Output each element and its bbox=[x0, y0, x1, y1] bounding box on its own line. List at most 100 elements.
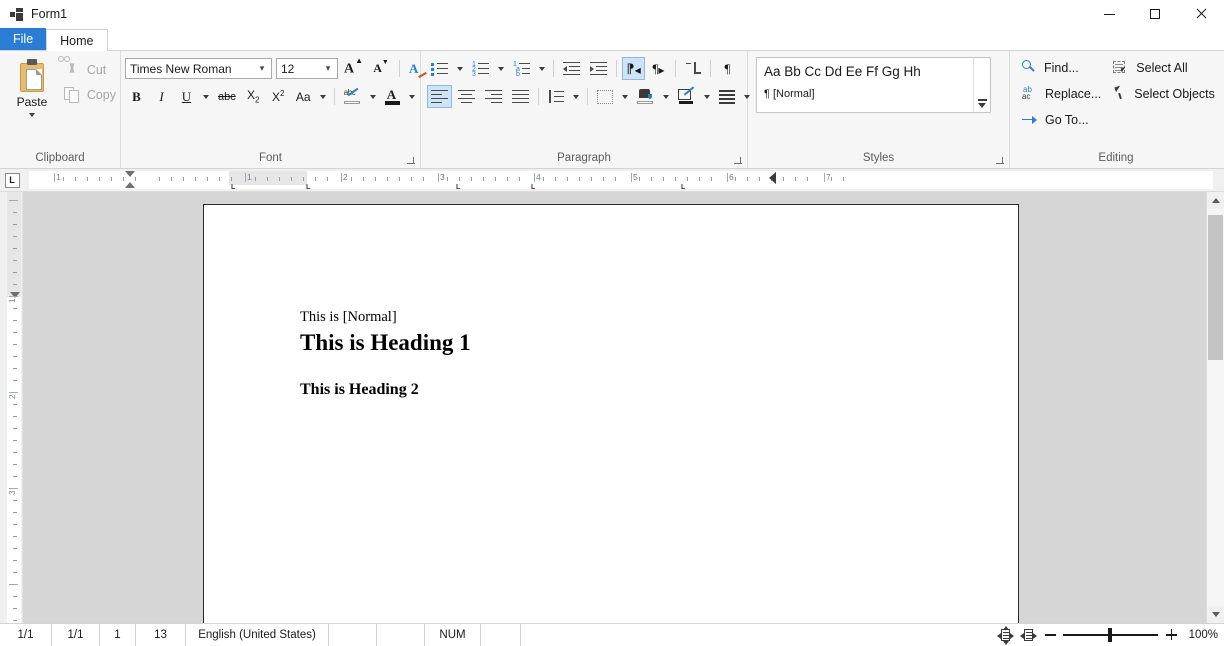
scrollbar-track[interactable] bbox=[1207, 209, 1224, 606]
styles-dialog-launcher[interactable] bbox=[995, 156, 1005, 166]
line-spacing-dropdown-icon[interactable] bbox=[570, 85, 582, 108]
status-num-lock[interactable]: NUM bbox=[425, 624, 481, 646]
sort-button[interactable] bbox=[681, 57, 705, 80]
ruler-tab-stop[interactable]: L bbox=[456, 184, 460, 191]
left-indent-marker[interactable] bbox=[125, 182, 135, 188]
paragraph-heading2[interactable]: This is Heading 2 bbox=[300, 380, 471, 401]
multilevel-list-dropdown-icon[interactable] bbox=[536, 57, 548, 80]
copy-button[interactable]: Copy bbox=[60, 85, 120, 105]
numbering-button[interactable]: 123 bbox=[468, 57, 493, 80]
status-column[interactable]: 13 bbox=[136, 624, 186, 646]
vertical-scrollbar[interactable] bbox=[1206, 192, 1224, 623]
ruler-tab-stop[interactable]: L bbox=[531, 184, 535, 191]
close-button[interactable] bbox=[1178, 0, 1224, 28]
grow-font-button[interactable]: A▲ bbox=[340, 56, 366, 80]
vertical-indent-marker[interactable] bbox=[10, 292, 20, 298]
font-size-combo[interactable]: 12 ▾ bbox=[276, 58, 338, 79]
paste-dropdown-icon[interactable] bbox=[28, 113, 35, 117]
zoom-out-button[interactable] bbox=[1043, 627, 1057, 643]
numbering-dropdown-icon[interactable] bbox=[495, 57, 507, 80]
styles-gallery[interactable]: Aa Bb Cc Dd Ee Ff Gg Hh ¶ [Normal] bbox=[756, 57, 991, 113]
italic-button[interactable]: I bbox=[150, 85, 173, 108]
document-text[interactable]: This is [Normal] This is Heading 1 This … bbox=[300, 308, 471, 401]
bold-button[interactable]: B bbox=[125, 85, 148, 108]
scroll-up-button[interactable] bbox=[1207, 192, 1224, 209]
text-highlight-button[interactable]: abc bbox=[340, 85, 365, 108]
minimize-button[interactable] bbox=[1086, 0, 1132, 28]
style-item-normal[interactable]: Aa Bb Cc Dd Ee Ff Gg Hh ¶ [Normal] bbox=[757, 58, 973, 112]
shading-dropdown-icon[interactable] bbox=[660, 85, 672, 108]
styles-more-button[interactable] bbox=[973, 58, 990, 112]
document-canvas[interactable]: This is [Normal] This is Heading 1 This … bbox=[23, 192, 1206, 623]
zoom-in-button[interactable] bbox=[1164, 627, 1178, 643]
goto-button[interactable]: Go To... bbox=[1018, 109, 1105, 130]
paragraph-dialog-launcher[interactable] bbox=[733, 156, 743, 166]
status-cell-9[interactable] bbox=[481, 624, 521, 646]
font-color-button[interactable]: A bbox=[381, 85, 404, 108]
tab-stop-selector[interactable]: L bbox=[2, 170, 22, 190]
ruler-tab-stop[interactable]: L bbox=[231, 184, 235, 191]
strikethrough-button[interactable]: abc bbox=[214, 85, 240, 108]
paste-button[interactable]: Paste bbox=[6, 57, 58, 117]
select-objects-button[interactable]: Select Objects bbox=[1109, 83, 1219, 104]
status-cell-6[interactable] bbox=[329, 624, 377, 646]
align-right-button[interactable] bbox=[481, 85, 506, 108]
maximize-button[interactable] bbox=[1132, 0, 1178, 28]
status-language[interactable]: English (United States) bbox=[186, 624, 329, 646]
align-center-button[interactable] bbox=[454, 85, 479, 108]
multilevel-list-button[interactable]: 1ab bbox=[509, 57, 534, 80]
paragraph-normal[interactable]: This is [Normal] bbox=[300, 308, 471, 327]
horizontal-ruler[interactable]: 11234567LLLLL bbox=[29, 171, 1213, 191]
borders-dropdown-icon[interactable] bbox=[619, 85, 631, 108]
fit-page-icon[interactable] bbox=[997, 625, 1014, 645]
status-page-count[interactable]: 1/1 bbox=[52, 624, 100, 646]
show-formatting-marks-button[interactable]: ¶ bbox=[716, 57, 739, 80]
subscript-button[interactable]: X2 bbox=[242, 85, 265, 108]
zoom-slider[interactable] bbox=[1063, 627, 1158, 643]
change-case-dropdown-icon[interactable] bbox=[317, 85, 329, 108]
bullets-dropdown-icon[interactable] bbox=[454, 57, 466, 80]
paragraph-stack-button[interactable] bbox=[715, 85, 739, 108]
shading-button[interactable] bbox=[633, 85, 658, 108]
justify-button[interactable] bbox=[508, 85, 533, 108]
borders-button[interactable] bbox=[593, 85, 617, 108]
align-left-button[interactable] bbox=[427, 85, 452, 108]
underline-button[interactable]: U bbox=[175, 85, 198, 108]
first-line-indent-marker[interactable] bbox=[125, 171, 135, 177]
ruler-tab-stop[interactable]: L bbox=[681, 184, 685, 191]
font-color-dropdown-icon[interactable] bbox=[406, 85, 418, 108]
scroll-down-button[interactable] bbox=[1207, 606, 1224, 623]
status-cell-7[interactable] bbox=[377, 624, 425, 646]
ltr-paragraph-button[interactable]: ¶▶ bbox=[647, 57, 670, 80]
ruler-tab-stop[interactable]: L bbox=[306, 184, 310, 191]
right-indent-marker[interactable] bbox=[769, 172, 776, 184]
replace-button[interactable]: ab ac Replace... bbox=[1018, 83, 1105, 104]
superscript-button[interactable]: X2 bbox=[267, 85, 290, 108]
increase-indent-button[interactable] bbox=[586, 57, 611, 80]
document-page[interactable]: This is [Normal] This is Heading 1 This … bbox=[203, 204, 1019, 623]
status-page-number[interactable]: 1/1 bbox=[0, 624, 52, 646]
find-button[interactable]: Find... bbox=[1018, 57, 1105, 78]
pen-dropdown-icon[interactable] bbox=[701, 85, 713, 108]
select-all-button[interactable]: Select All bbox=[1109, 57, 1219, 78]
tab-home[interactable]: Home bbox=[46, 29, 108, 51]
shrink-font-button[interactable]: A▼ bbox=[368, 57, 394, 80]
zoom-percent-label[interactable]: 100% bbox=[1184, 629, 1218, 641]
change-case-button[interactable]: Aa bbox=[292, 85, 315, 108]
underline-dropdown-icon[interactable] bbox=[200, 85, 212, 108]
text-highlight-dropdown-icon[interactable] bbox=[367, 85, 379, 108]
pen-button[interactable] bbox=[674, 85, 699, 108]
cut-button[interactable]: Cut bbox=[57, 55, 120, 80]
rtl-paragraph-button[interactable]: ⁋◀ bbox=[622, 57, 645, 80]
paragraph-heading1[interactable]: This is Heading 1 bbox=[300, 328, 471, 358]
bullets-button[interactable] bbox=[427, 57, 452, 80]
decrease-indent-button[interactable] bbox=[559, 57, 584, 80]
vertical-ruler[interactable]: 1 2 3 bbox=[0, 192, 23, 623]
font-name-combo[interactable]: Times New Roman ▾ bbox=[125, 58, 272, 79]
font-dialog-launcher[interactable] bbox=[406, 156, 416, 166]
fit-width-icon[interactable] bbox=[1020, 628, 1037, 643]
status-line[interactable]: 1 bbox=[100, 624, 136, 646]
tab-file[interactable]: File bbox=[0, 28, 47, 50]
zoom-slider-handle[interactable] bbox=[1108, 628, 1112, 642]
scrollbar-thumb[interactable] bbox=[1208, 215, 1223, 360]
